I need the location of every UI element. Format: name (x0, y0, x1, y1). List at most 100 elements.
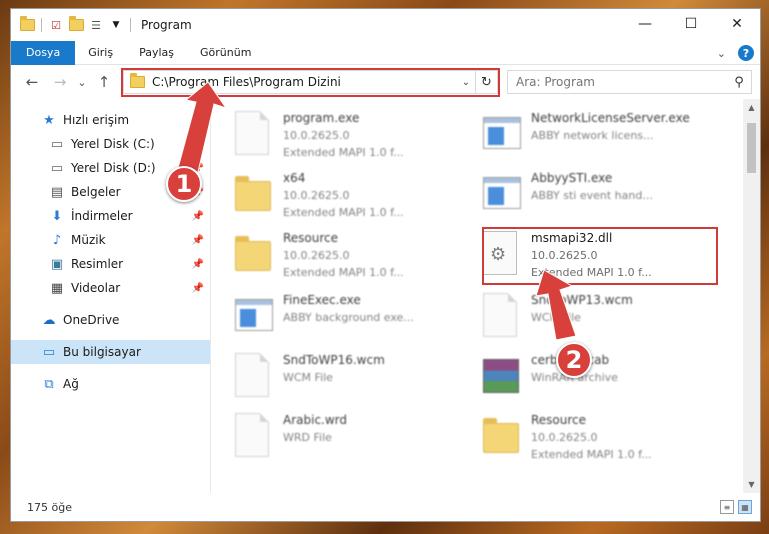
window-controls: — ☐ ✕ (622, 9, 760, 39)
tab-share[interactable]: Paylaş (126, 41, 187, 65)
explorer-window: ☑ ☰ ▼ Program — ☐ ✕ Dosya Giriş Paylaş G… (10, 8, 761, 522)
up-button[interactable]: ↑ (93, 71, 115, 93)
file-icon (235, 353, 269, 397)
file-icon (235, 413, 269, 457)
ribbon-tabs: Dosya Giriş Paylaş Görünüm ⌄ ? (11, 40, 760, 65)
details-view-icon[interactable]: ≡ (720, 500, 734, 514)
folder-icon (235, 176, 271, 211)
archive-icon (483, 359, 519, 393)
sidebar-item-local-disk-c[interactable]: ▭ Yerel Disk (C:) 📌 (11, 132, 210, 156)
body-area: ★ Hızlı erişim ▭ Yerel Disk (C:) 📌 ▭ Yer… (11, 99, 760, 493)
sidebar-item-label: Resimler (71, 257, 124, 271)
sidebar-item-downloads[interactable]: ⬇ İndirmeler 📌 (11, 204, 210, 228)
exe-icon (483, 117, 521, 149)
view-buttons: ≡ ▦ (720, 500, 752, 514)
toolbar-divider (130, 18, 131, 32)
file-version: 10.0.2625.0 (283, 129, 350, 142)
chevron-down-icon[interactable]: ⌄ (717, 47, 726, 60)
file-item[interactable]: AbbyySTI.exe ABBY sti event hand... (479, 167, 709, 221)
pin-icon[interactable]: 📌 (192, 139, 204, 150)
file-item[interactable]: NetworkLicenseServer.exe ABBY network lic… (479, 107, 709, 161)
file-name: Resource (531, 413, 587, 427)
back-button[interactable]: ← (21, 71, 43, 93)
recent-locations-button[interactable]: ⌄ (71, 71, 93, 93)
highlight-box-file (482, 227, 718, 285)
exe-icon (235, 299, 273, 331)
file-description: Extended MAPI 1.0 f... (283, 146, 404, 159)
forward-button[interactable]: → (49, 71, 71, 93)
customize-toolbar-icon[interactable]: ☰ (88, 17, 104, 33)
title-bar: ☑ ☰ ▼ Program — ☐ ✕ (11, 9, 760, 41)
cloud-icon: ☁ (42, 312, 56, 328)
sidebar-item-music[interactable]: ♪ Müzik 📌 (11, 228, 210, 252)
sidebar-item-label: Yerel Disk (C:) (71, 137, 155, 151)
sidebar-item-label: Hızlı erişim (63, 113, 130, 127)
file-name: program.exe (283, 111, 360, 125)
toolbar-divider (41, 18, 42, 32)
sidebar-item-onedrive[interactable]: ☁ OneDrive (11, 308, 210, 332)
sidebar-item-quick-access[interactable]: ★ Hızlı erişim (11, 108, 210, 132)
sidebar-item-pictures[interactable]: ▣ Resimler 📌 (11, 252, 210, 276)
help-icon[interactable]: ? (738, 45, 754, 61)
file-description: ABBY background exe... (283, 311, 414, 324)
file-description: ABBY network licens... (531, 129, 654, 142)
sidebar-item-label: Bu bilgisayar (63, 345, 141, 359)
pin-icon[interactable]: 📌 (192, 283, 204, 294)
file-type: WRD File (283, 431, 332, 444)
pin-icon[interactable]: 📌 (192, 259, 204, 270)
sidebar-item-this-pc[interactable]: ▭ Bu bilgisayar (11, 340, 210, 364)
file-item[interactable]: Arabic.wrd WRD File (231, 409, 461, 463)
sidebar-item-label: Belgeler (71, 185, 121, 199)
item-count: 175 öğe (27, 500, 72, 514)
file-name: SndToWP16.wcm (283, 353, 385, 367)
minimize-button[interactable]: — (622, 9, 668, 39)
new-folder-icon[interactable] (68, 16, 84, 33)
step-marker-1: 1 (166, 166, 202, 202)
file-description: ABBY sti event hand... (531, 189, 653, 202)
sidebar-item-label: OneDrive (63, 313, 120, 327)
tab-home[interactable]: Giriş (75, 41, 126, 65)
folder-icon (19, 16, 35, 33)
quick-access-toolbar: ☑ ☰ ▼ (11, 16, 133, 33)
drive-icon: ▭ (50, 160, 64, 176)
search-box[interactable]: ⚲ (507, 70, 752, 94)
maximize-button[interactable]: ☐ (668, 9, 714, 39)
tab-file[interactable]: Dosya (11, 40, 76, 65)
sidebar-item-label: Müzik (71, 233, 106, 247)
folder-icon (235, 236, 271, 271)
exe-icon (235, 111, 269, 155)
file-name: AbbyySTI.exe (531, 171, 613, 185)
search-icon[interactable]: ⚲ (727, 75, 751, 90)
status-bar: 175 öğe ≡ ▦ (11, 493, 760, 521)
scroll-down-icon[interactable]: ▼ (743, 476, 760, 493)
sidebar-item-network[interactable]: ⧉ Ağ (11, 372, 210, 396)
vertical-scrollbar[interactable]: ▲ ▼ (743, 99, 760, 493)
search-input[interactable] (516, 75, 727, 89)
highlight-box-address (121, 68, 500, 97)
file-item[interactable]: Resource 10.0.2625.0 Extended MAPI 1.0 f..… (231, 227, 461, 281)
file-name: NetworkLicenseServer.exe (531, 111, 690, 125)
chevron-down-icon[interactable]: ▼ (108, 17, 124, 33)
sidebar-item-videos[interactable]: ▦ Videolar 📌 (11, 276, 210, 300)
pin-icon[interactable]: 📌 (192, 235, 204, 246)
file-item[interactable]: program.exe 10.0.2625.0 Extended MAPI 1.0 … (231, 107, 461, 161)
file-item[interactable]: SndToWP16.wcm WCM File (231, 349, 461, 403)
file-item[interactable]: cerberus.cabWinRAR archive (479, 349, 709, 403)
file-version: 10.0.2625.0 (283, 249, 350, 262)
properties-icon[interactable]: ☑ (48, 17, 64, 33)
star-icon: ★ (43, 112, 55, 128)
pin-icon[interactable]: 📌 (192, 211, 204, 222)
file-item[interactable]: Resource 10.0.2625.0 Extended MAPI 1.0 f..… (479, 409, 709, 463)
documents-icon: ▤ (50, 184, 64, 200)
scroll-up-icon[interactable]: ▲ (743, 99, 760, 116)
tiles-view-icon[interactable]: ▦ (738, 500, 752, 514)
file-item[interactable]: FineExec.exe ABBY background exe... (231, 289, 461, 343)
file-item[interactable]: x64 10.0.2625.0 Extended MAPI 1.0 f... (231, 167, 461, 221)
file-item[interactable]: SndToWP13.wcm WCM File (479, 289, 709, 343)
close-button[interactable]: ✕ (714, 9, 760, 39)
sidebar-item-label: İndirmeler (71, 209, 133, 223)
file-description: Extended MAPI 1.0 f... (531, 448, 652, 461)
tab-view[interactable]: Görünüm (187, 41, 264, 65)
scroll-thumb[interactable] (747, 123, 756, 173)
file-name: x64 (283, 171, 306, 185)
